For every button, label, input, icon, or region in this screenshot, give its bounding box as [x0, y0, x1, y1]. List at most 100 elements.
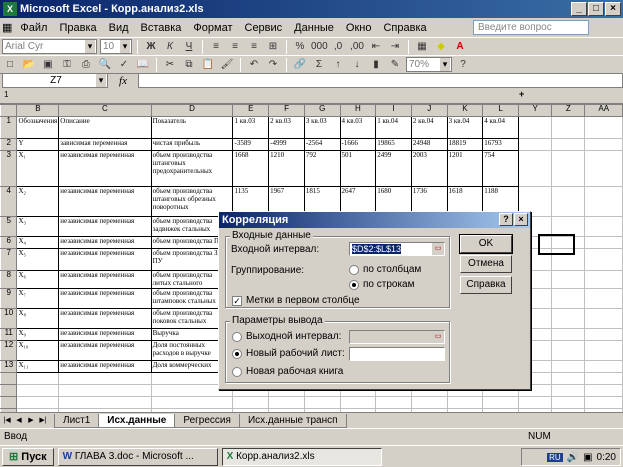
zoom-select[interactable]: 70%: [406, 57, 452, 72]
row-header[interactable]: 9: [0, 288, 18, 309]
corner-cell[interactable]: [0, 104, 18, 117]
column-header[interactable]: K: [446, 104, 484, 117]
collapse-dialog-icon[interactable]: ▭: [432, 243, 444, 255]
decrease-decimal-icon[interactable]: ,00: [349, 39, 365, 54]
cell-b[interactable]: Обозначения: [16, 116, 60, 139]
outline-level-1[interactable]: 1: [4, 90, 8, 99]
value-cell[interactable]: -2564: [303, 138, 341, 151]
empty-cell[interactable]: [584, 270, 623, 289]
value-cell[interactable]: 1 кв.04: [375, 116, 412, 139]
cell-b[interactable]: X₇: [16, 288, 60, 309]
output-range-label[interactable]: Выходной интервал:: [246, 331, 341, 342]
row-header[interactable]: [0, 396, 18, 409]
by-rows-radio[interactable]: [349, 280, 359, 290]
help-search-input[interactable]: Введите вопрос: [473, 20, 589, 35]
empty-cell[interactable]: [375, 396, 412, 409]
cell-b[interactable]: X₃: [16, 216, 60, 237]
print-icon[interactable]: ⎙: [78, 57, 94, 72]
empty-cell[interactable]: [16, 384, 60, 397]
by-rows-label[interactable]: по строкам: [363, 279, 415, 290]
taskbar-excel[interactable]: X Корр.анализ2.xls: [221, 447, 382, 466]
cell-d[interactable]: Показатель: [150, 116, 234, 139]
cell-d[interactable]: объем производства штанговых предохранит…: [150, 150, 234, 187]
cancel-button[interactable]: Отмена: [460, 255, 512, 273]
row-header[interactable]: [0, 372, 18, 385]
help-icon[interactable]: ?: [455, 57, 471, 72]
menu-tools[interactable]: Сервис: [239, 22, 289, 34]
taskbar-word[interactable]: W ГЛАВА 3.doc - Microsoft ...: [57, 447, 218, 466]
chart-wizard-icon[interactable]: ▮: [368, 57, 384, 72]
cell-c[interactable]: независимая переменная: [58, 270, 152, 289]
value-cell[interactable]: 19865: [375, 138, 412, 151]
value-cell[interactable]: 2 кв.04: [410, 116, 448, 139]
cell-c[interactable]: независимая переменная: [58, 308, 152, 329]
empty-cell[interactable]: [584, 340, 623, 361]
column-header[interactable]: F: [268, 104, 305, 117]
new-sheet-name-field[interactable]: [349, 347, 445, 361]
autosum-icon[interactable]: Σ: [311, 57, 327, 72]
new-sheet-radio[interactable]: [232, 349, 242, 359]
new-book-label[interactable]: Новая рабочая книга: [246, 366, 343, 377]
empty-cell[interactable]: [268, 396, 305, 409]
underline-icon[interactable]: Ч: [181, 39, 197, 54]
selected-cell[interactable]: [538, 234, 575, 255]
labels-first-checkbox[interactable]: ✓: [232, 296, 242, 306]
cell-b[interactable]: X₄: [16, 236, 60, 249]
empty-cell[interactable]: [584, 248, 623, 271]
empty-cell[interactable]: [551, 396, 586, 409]
value-cell[interactable]: 2499: [375, 150, 412, 187]
output-range-radio[interactable]: [232, 332, 242, 342]
cell-b[interactable]: X₁₀: [16, 340, 60, 361]
column-header[interactable]: L: [482, 104, 519, 117]
paste-icon[interactable]: 📋: [200, 57, 216, 72]
research-icon[interactable]: 📖: [135, 57, 151, 72]
column-header[interactable]: B: [16, 104, 60, 117]
column-header[interactable]: G: [303, 104, 341, 117]
empty-cell[interactable]: [58, 372, 152, 385]
empty-cell[interactable]: [551, 270, 586, 289]
empty-cell[interactable]: [584, 384, 623, 397]
undo-icon[interactable]: ↶: [246, 57, 262, 72]
empty-cell[interactable]: [303, 396, 341, 409]
name-box[interactable]: Z7: [2, 73, 108, 88]
menu-help[interactable]: Справка: [377, 22, 432, 34]
empty-cell[interactable]: [517, 150, 553, 187]
cell-b[interactable]: X₆: [16, 270, 60, 289]
column-header[interactable]: Z: [551, 104, 586, 117]
column-header[interactable]: C: [58, 104, 152, 117]
cell-c[interactable]: независимая переменная: [58, 340, 152, 361]
column-header[interactable]: E: [232, 104, 270, 117]
cell-c[interactable]: независимая переменная: [58, 248, 152, 271]
menu-data[interactable]: Данные: [288, 22, 340, 34]
value-cell[interactable]: 1210: [268, 150, 305, 187]
fx-icon[interactable]: fx: [108, 75, 138, 87]
empty-cell[interactable]: [517, 116, 553, 139]
minimize-button[interactable]: _: [571, 2, 587, 16]
font-size-select[interactable]: 10: [100, 39, 132, 54]
menu-insert[interactable]: Вставка: [135, 22, 188, 34]
input-range-field[interactable]: $D$2:$L$13 ▭: [349, 242, 445, 256]
value-cell[interactable]: 4 кв.04: [482, 116, 519, 139]
empty-cell[interactable]: [551, 150, 586, 187]
row-header[interactable]: 6: [0, 236, 18, 249]
empty-cell[interactable]: [517, 138, 553, 151]
empty-cell[interactable]: [58, 396, 152, 409]
tab-source-data[interactable]: Исх.данные: [98, 413, 176, 428]
tab-sheet1[interactable]: Лист1: [54, 413, 100, 428]
last-sheet-icon[interactable]: ▶|: [38, 416, 48, 426]
cell-c[interactable]: независимая переменная: [58, 360, 152, 373]
cell-b[interactable]: X₂: [16, 186, 60, 217]
cell-b[interactable]: X₁: [16, 150, 60, 187]
network-icon[interactable]: ▣: [583, 452, 592, 463]
row-header[interactable]: 4: [0, 186, 18, 217]
row-header[interactable]: 12: [0, 340, 18, 361]
open-icon[interactable]: 📂: [21, 57, 37, 72]
increase-decimal-icon[interactable]: ,0: [330, 39, 346, 54]
decrease-indent-icon[interactable]: ⇤: [368, 39, 384, 54]
cell-c[interactable]: независимая переменная: [58, 216, 152, 237]
value-cell[interactable]: -3589: [232, 138, 270, 151]
sort-desc-icon[interactable]: ↓: [349, 57, 365, 72]
row-header[interactable]: 7: [0, 248, 18, 271]
menu-edit[interactable]: Правка: [53, 22, 102, 34]
empty-cell[interactable]: [584, 138, 623, 151]
